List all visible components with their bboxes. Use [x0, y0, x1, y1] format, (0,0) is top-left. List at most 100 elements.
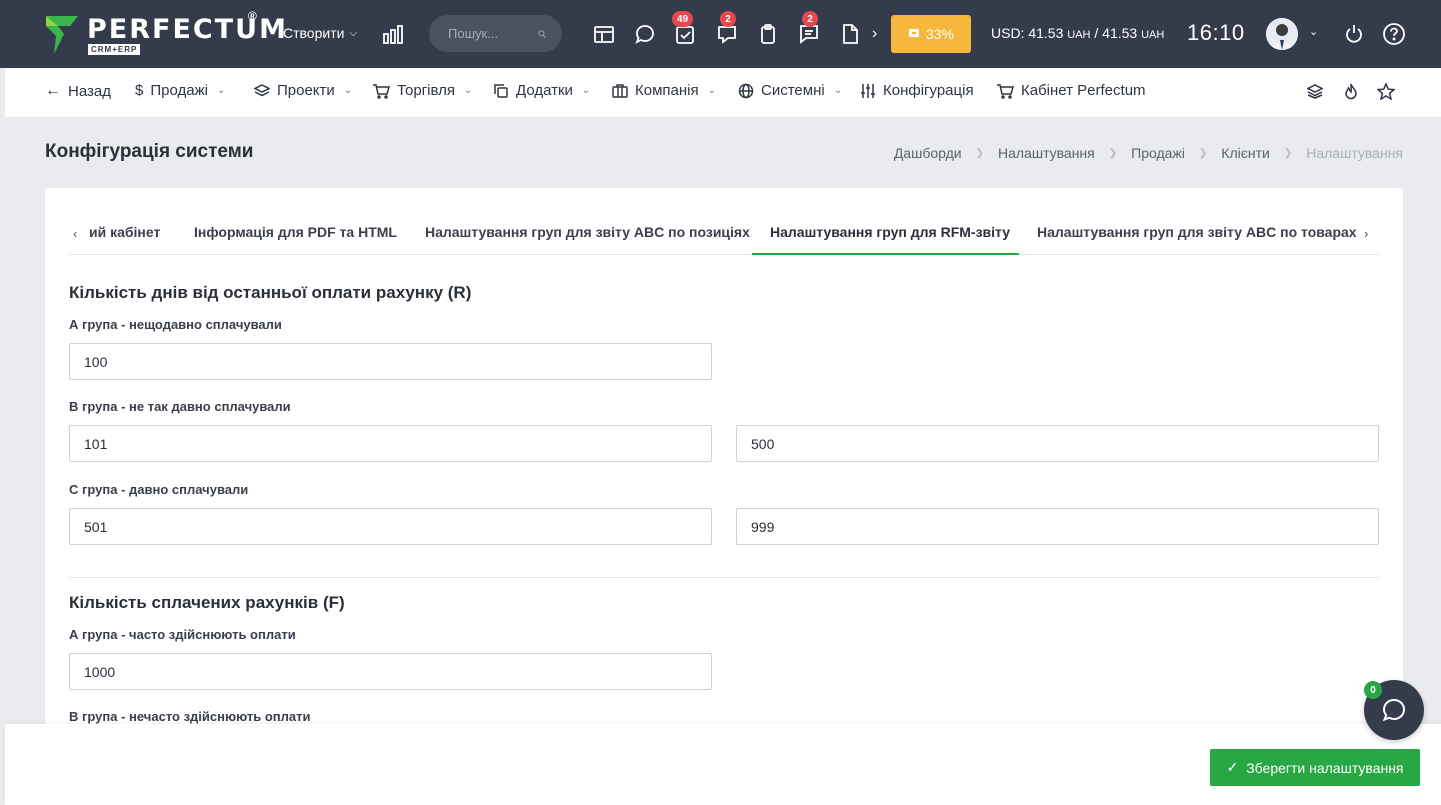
tasks-badge: 49	[672, 11, 694, 27]
chevron-right-icon: ❯	[1283, 147, 1293, 159]
user-menu-chevron-icon[interactable]: ⌄	[1309, 25, 1318, 38]
chevron-right-icon: ❯	[1198, 147, 1208, 159]
tab-rfm[interactable]: Налаштування груп для RFM-звіту	[770, 224, 1010, 240]
main-nav: ← Назад $ Продажі ⌄ Проекти ⌄ Торгівля ⌄…	[5, 68, 1441, 118]
tabs-scroll-right-icon[interactable]: ›	[1364, 226, 1368, 241]
chevron-down-icon: ⌄	[216, 85, 226, 96]
progress-label: 33%	[925, 26, 955, 42]
cart-icon	[997, 83, 1014, 99]
chevron-down-icon: ⌄	[463, 85, 473, 96]
tab-abc-products[interactable]: Налаштування груп для звіту ABC по товар…	[1037, 224, 1357, 240]
nav-sales[interactable]: $ Продажі ⌄	[135, 82, 225, 99]
nav-projects[interactable]: Проекти ⌄	[254, 82, 352, 99]
power-icon[interactable]	[1341, 21, 1367, 47]
chevron-down-icon: ⌄	[343, 85, 353, 96]
comments-icon[interactable]: 2	[796, 11, 822, 47]
sliders-icon	[861, 83, 875, 98]
nav-system[interactable]: Системні ⌄	[738, 82, 842, 99]
breadcrumb: Дашборди ❯ Налаштування ❯ Продажі ❯ Кліє…	[894, 145, 1403, 161]
chevron-right-icon: ❯	[975, 147, 984, 159]
recency-group-a-label: А група - нещодавно сплачували	[69, 317, 282, 332]
tab-pdf-html[interactable]: Інформація для PDF та HTML	[194, 224, 397, 240]
layers-icon[interactable]	[1306, 83, 1324, 104]
chevron-down-icon: ⌵	[349, 27, 358, 39]
clock: 16:10	[1187, 20, 1245, 45]
messages-badge: 2	[720, 11, 736, 27]
cart-icon	[373, 83, 390, 99]
dollar-icon: $	[135, 82, 144, 99]
breadcrumb-current: Налаштування	[1306, 145, 1403, 161]
chat-bubble-icon	[1382, 698, 1406, 722]
recency-group-b-from-input[interactable]	[69, 425, 712, 462]
recency-group-c-from-input[interactable]	[69, 508, 712, 545]
logo[interactable]: PERFECTUM ® CRM+ERP	[44, 9, 286, 58]
tab-cabinet[interactable]: ий кабінет	[89, 224, 160, 240]
breadcrumb-sales[interactable]: Продажі	[1131, 145, 1185, 161]
comments-badge: 2	[802, 11, 818, 27]
recency-group-b-label: В група - не так давно сплачували	[69, 399, 291, 414]
nav-company[interactable]: Компанія ⌄	[612, 82, 716, 99]
save-settings-label: Зберегти налаштування	[1246, 759, 1404, 776]
currency-rate: USD: 41.53 UAH / 41.53 UAH	[991, 25, 1165, 41]
frequency-group-a-input[interactable]	[69, 653, 712, 690]
top-header: PERFECTUM ® CRM+ERP Створити ⌵ 49 2 2 ›	[0, 0, 1441, 68]
messages-icon[interactable]: 2	[714, 11, 740, 47]
active-tab-indicator	[752, 253, 1019, 255]
document-icon[interactable]	[837, 21, 863, 47]
settings-tabs: ‹ ий кабінет Інформація для PDF та HTML …	[69, 208, 1379, 255]
settings-card: ‹ ий кабінет Інформація для PDF та HTML …	[45, 188, 1403, 805]
nav-cabinet[interactable]: Кабінет Perfectum	[996, 82, 1146, 99]
create-menu[interactable]: Створити ⌵	[283, 25, 357, 41]
avatar[interactable]	[1266, 18, 1298, 50]
chevron-down-icon: ⌄	[707, 85, 716, 96]
chevron-right-icon[interactable]: ›	[872, 25, 877, 43]
clipboard-icon[interactable]	[755, 21, 781, 47]
recency-group-c-to-input[interactable]	[736, 508, 1379, 545]
user-photo-icon	[1266, 18, 1298, 50]
chat-unread-badge: 0	[1364, 681, 1382, 699]
frequency-group-a-label: А група - часто здійснюють оплати	[69, 627, 296, 642]
nav-config[interactable]: Конфігурація	[860, 82, 974, 99]
chat-bubble-icon[interactable]	[632, 21, 658, 47]
page-title: Конфігурація системи	[45, 141, 254, 162]
star-icon[interactable]	[1376, 82, 1396, 105]
recency-group-c-label: С група - давно сплачували	[69, 482, 249, 497]
flag-icon	[908, 29, 919, 37]
logo-registered-mark: ®	[248, 9, 257, 23]
arrow-left-icon: ←	[45, 82, 61, 99]
help-icon[interactable]	[1381, 21, 1407, 47]
recency-group-b-to-input[interactable]	[736, 425, 1379, 462]
breadcrumb-settings[interactable]: Налаштування	[998, 145, 1095, 161]
nav-trade[interactable]: Торгівля ⌄	[372, 82, 472, 99]
tab-abc-positions[interactable]: Налаштування груп для звіту ABC по позиц…	[425, 224, 750, 240]
globe-icon	[738, 83, 754, 98]
copy-icon	[494, 83, 508, 98]
frequency-group-b-label: В група - нечасто здійснюють оплати	[69, 709, 311, 724]
calendar-icon[interactable]	[591, 21, 617, 47]
search-icon[interactable]	[538, 27, 546, 41]
frequency-section-title: Кількість сплачених рахунків (F)	[69, 593, 345, 612]
footer-bar: ✓ Зберегти налаштування	[5, 724, 1441, 805]
chevron-down-icon: ⌄	[833, 85, 843, 96]
flame-icon[interactable]	[1343, 83, 1359, 105]
chevron-down-icon: ⌄	[581, 85, 591, 96]
tasks-icon[interactable]: 49	[672, 11, 698, 47]
nav-addons[interactable]: Додатки ⌄	[493, 82, 590, 99]
check-icon: ✓	[1226, 759, 1239, 775]
logo-text: PERFECTUM	[87, 14, 288, 45]
search-box[interactable]	[429, 15, 562, 52]
breadcrumb-dashboards[interactable]: Дашборди	[894, 145, 962, 161]
nav-back[interactable]: ← Назад	[45, 82, 111, 100]
logo-mark-icon	[46, 16, 78, 54]
recency-group-a-input[interactable]	[69, 343, 712, 380]
breadcrumb-clients[interactable]: Клієнти	[1221, 145, 1270, 161]
progress-button[interactable]: 33%	[891, 15, 971, 53]
save-settings-button[interactable]: ✓ Зберегти налаштування	[1210, 749, 1420, 786]
chevron-right-icon: ❯	[1108, 147, 1118, 159]
search-input[interactable]	[448, 26, 538, 41]
recency-section-title: Кількість днів від останньої оплати раху…	[69, 283, 472, 302]
statistics-icon[interactable]	[380, 21, 406, 47]
tabs-scroll-left-icon[interactable]: ‹	[73, 226, 77, 241]
layers-icon	[254, 83, 270, 96]
logo-subtitle: CRM+ERP	[88, 44, 141, 55]
